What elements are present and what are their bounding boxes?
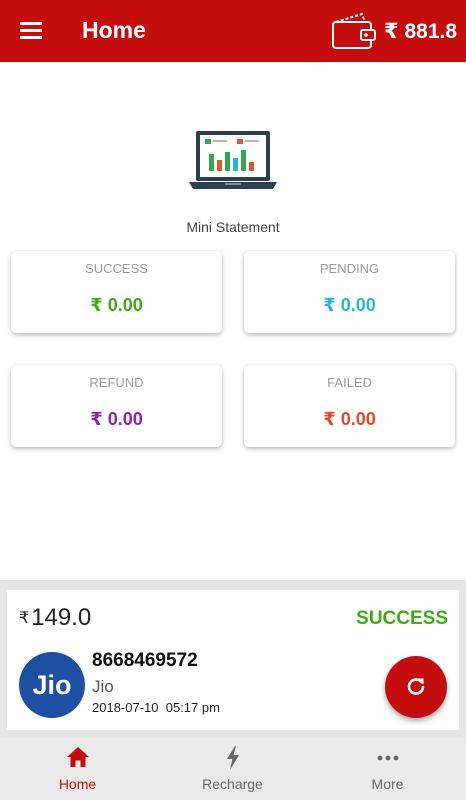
transaction-operator: Jio	[92, 677, 114, 696]
success-value: 0.00	[107, 295, 143, 315]
transaction-mobile-number: 8668469572	[92, 650, 198, 671]
failed-label: FAILED	[327, 375, 372, 390]
currency-symbol: ₹	[90, 409, 103, 429]
success-card[interactable]: SUCCESS ₹ 0.00	[11, 251, 222, 333]
wallet-icon[interactable]	[331, 12, 377, 50]
refund-card[interactable]: REFUND ₹ 0.00	[11, 365, 222, 447]
transaction-amount: ₹149.0	[19, 604, 91, 632]
transaction-status: SUCCESS	[356, 608, 448, 629]
failed-amount: ₹ 0.00	[244, 409, 455, 430]
pending-card[interactable]: PENDING ₹ 0.00	[244, 251, 455, 333]
home-icon	[66, 747, 89, 767]
menu-icon[interactable]	[20, 19, 44, 41]
currency-symbol: ₹	[323, 295, 336, 315]
nav-recharge-label: Recharge	[202, 776, 263, 792]
nav-recharge[interactable]: Recharge	[155, 738, 310, 800]
refund-amount: ₹ 0.00	[11, 409, 222, 430]
operator-logo: Jio	[19, 652, 85, 718]
currency-symbol: ₹	[323, 409, 336, 429]
refresh-icon	[407, 678, 425, 695]
more-dots-icon	[377, 755, 398, 761]
pending-amount: ₹ 0.00	[244, 295, 455, 316]
transaction-time: 05:17 pm	[165, 700, 220, 715]
success-amount: ₹ 0.00	[11, 295, 222, 316]
refresh-button[interactable]	[385, 656, 447, 718]
transaction-date: 2018-07-10	[92, 700, 159, 715]
bottom-navigation: Home Recharge More	[0, 738, 466, 800]
balance-amount: 881.8	[404, 20, 458, 43]
transaction-currency: ₹	[19, 610, 30, 627]
laptop-chart-icon	[189, 131, 277, 189]
mini-statement-label: Mini Statement	[186, 219, 280, 235]
lightning-icon	[226, 746, 239, 770]
failed-card[interactable]: FAILED ₹ 0.00	[244, 365, 455, 447]
currency-symbol: ₹	[90, 295, 103, 315]
transaction-amount-value: 149.0	[31, 604, 92, 631]
transaction-item[interactable]: ₹149.0 SUCCESS Jio 8668469572 Jio 2018-0…	[7, 590, 459, 730]
refund-value: 0.00	[107, 409, 143, 429]
balance-currency: ₹	[384, 20, 399, 43]
wallet-balance: ₹ 881.8	[384, 19, 457, 44]
pending-value: 0.00	[340, 295, 376, 315]
nav-home-label: Home	[58, 776, 97, 792]
transaction-datetime: 2018-07-10 05:17 pm	[92, 700, 220, 715]
page-title: Home	[82, 17, 146, 43]
success-label: SUCCESS	[85, 261, 148, 276]
nav-home[interactable]: Home	[0, 738, 155, 800]
refund-label: REFUND	[89, 375, 144, 390]
pending-label: PENDING	[319, 261, 380, 276]
nav-more-label: More	[371, 776, 404, 792]
nav-more[interactable]: More	[310, 738, 465, 800]
app-bar: Home ₹ 881.8	[0, 0, 466, 62]
failed-value: 0.00	[340, 409, 376, 429]
